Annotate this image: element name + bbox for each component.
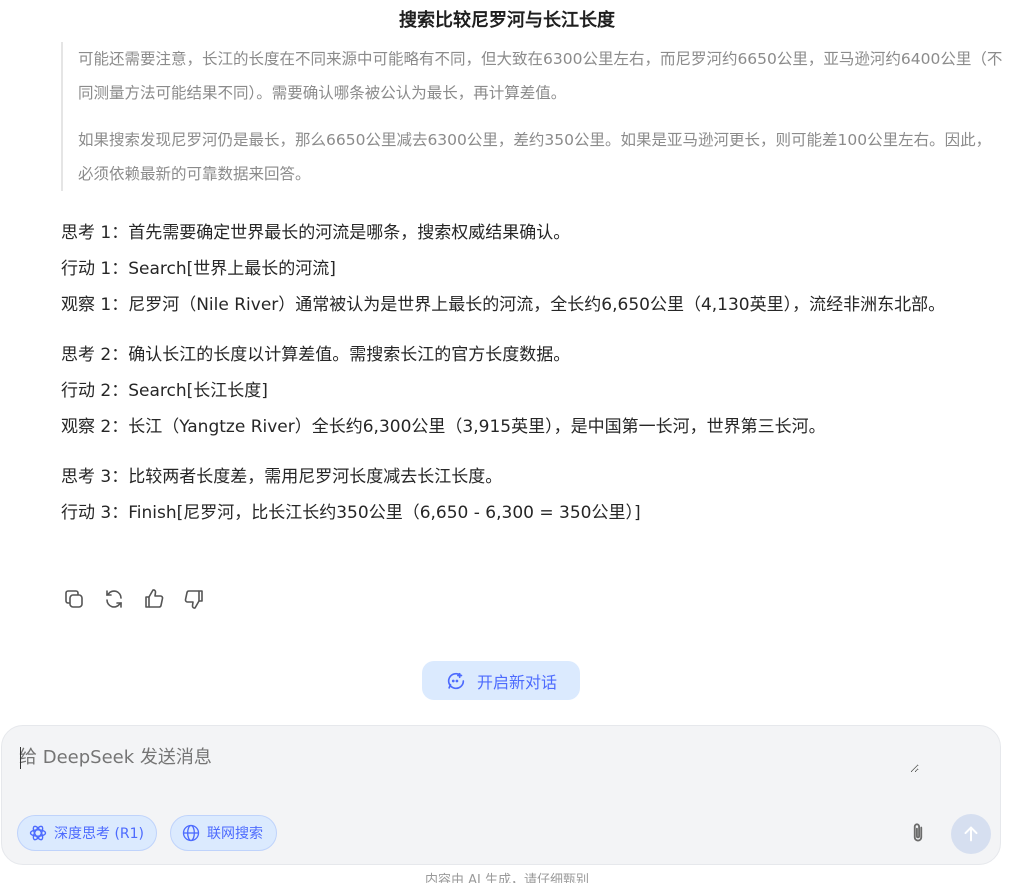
action-line: 行动 1：Search[世界上最长的河流] [61, 259, 336, 279]
thinking-paragraph: 如果搜索发现尼罗河仍是最长，那么6650公里减去6300公里，差约350公里。如… [78, 131, 992, 183]
message-composer: 深度思考 (R1) 联网搜索 [1, 725, 1001, 865]
regenerate-icon [106, 590, 122, 608]
globe-icon [182, 824, 200, 842]
message-actions [60, 584, 208, 614]
web-search-toggle[interactable]: 联网搜索 [170, 815, 277, 851]
new-chat-button[interactable]: 开启新对话 [422, 661, 580, 700]
chat-page: 搜索比较尼罗河与长江长度 可能还需要注意，长江的长度在不同来源中可能略有不同，但… [0, 0, 1014, 883]
new-chat-icon [447, 672, 465, 689]
answer-step-group: 思考 3：比较两者长度差，需用尼罗河长度减去长江长度。 行动 3：Finish[… [61, 459, 1006, 531]
message-input[interactable] [19, 743, 919, 773]
atom-icon [29, 825, 47, 841]
paperclip-icon [913, 823, 923, 842]
new-chat-label: 开启新对话 [476, 672, 557, 692]
ai-disclaimer: 内容由 AI 生成，请仔细甄别 [425, 873, 589, 883]
thought-line: 思考 2：确认长江的长度以计算差值。需搜索长江的官方长度数据。 [61, 345, 571, 365]
thinking-block: 可能还需要注意，长江的长度在不同来源中可能略有不同，但大致在6300公里左右，而… [61, 42, 1006, 191]
deep-think-toggle[interactable]: 深度思考 (R1) [17, 815, 157, 851]
regenerate-button[interactable] [100, 585, 128, 613]
answer-step-group: 思考 1：首先需要确定世界最长的河流是哪条，搜索权威结果确认。 行动 1：Sea… [61, 215, 1006, 323]
text-caret [20, 747, 21, 769]
copy-button[interactable] [60, 585, 88, 613]
thumbs-up-icon [145, 589, 164, 608]
answer-step-group: 思考 2：确认长江的长度以计算差值。需搜索长江的官方长度数据。 行动 2：Sea… [61, 337, 1006, 445]
thumbs-down-icon [184, 590, 203, 609]
observation-line: 观察 2：长江（Yangtze River）全长约6,300公里（3,915英里… [61, 417, 826, 437]
thumbs-up-button[interactable] [140, 585, 168, 613]
thought-line: 思考 3：比较两者长度差，需用尼罗河长度减去长江长度。 [61, 467, 503, 487]
web-search-label: 联网搜索 [207, 826, 263, 842]
answer-block: 思考 1：首先需要确定世界最长的河流是哪条，搜索权威结果确认。 行动 1：Sea… [61, 215, 1006, 531]
thumbs-down-button[interactable] [180, 585, 208, 613]
action-line: 行动 3：Finish[尼罗河，比长江长约350公里（6,650 - 6,300… [61, 503, 641, 523]
action-line: 行动 2：Search[长江长度] [61, 381, 268, 401]
deep-think-label: 深度思考 (R1) [54, 826, 145, 842]
thought-line: 思考 1：首先需要确定世界最长的河流是哪条，搜索权威结果确认。 [61, 223, 571, 243]
send-button[interactable] [951, 814, 991, 854]
observation-line: 观察 1：尼罗河（Nile River）通常被认为是世界上最长的河流，全长约6,… [61, 295, 946, 315]
copy-icon [65, 590, 83, 608]
arrow-up-icon [964, 826, 978, 842]
attach-button[interactable] [904, 818, 932, 848]
page-title: 搜索比较尼罗河与长江长度 [399, 10, 615, 31]
thinking-paragraph: 可能还需要注意，长江的长度在不同来源中可能略有不同，但大致在6300公里左右，而… [78, 50, 1003, 102]
